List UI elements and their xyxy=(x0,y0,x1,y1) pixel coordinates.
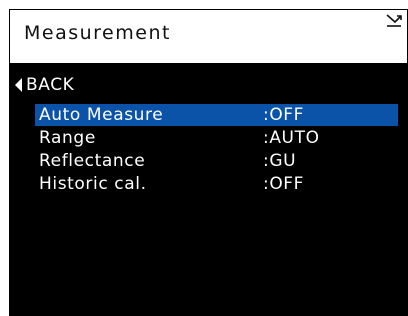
send-to-icon[interactable] xyxy=(385,13,403,29)
menu-item-value: :OFF xyxy=(263,174,305,194)
page-title: Measurement xyxy=(24,22,171,44)
menu-item-label: Range xyxy=(39,128,96,148)
header-bar: Measurement xyxy=(9,9,408,64)
back-label: BACK xyxy=(26,75,75,95)
menu-item-label: Historic cal. xyxy=(39,174,147,194)
menu-item-auto-measure[interactable]: Auto Measure :OFF xyxy=(35,104,398,126)
menu-item-historic-cal[interactable]: Historic cal. :OFF xyxy=(35,173,398,195)
back-button[interactable]: BACK xyxy=(15,74,74,96)
menu-item-value: :AUTO xyxy=(263,128,320,148)
menu-item-value: :OFF xyxy=(263,105,305,125)
menu-item-reflectance[interactable]: Reflectance :GU xyxy=(35,150,398,172)
menu-item-value: :GU xyxy=(263,151,297,171)
back-arrow-icon xyxy=(15,78,22,92)
menu-item-label: Reflectance xyxy=(39,151,146,171)
device-screen: Measurement BACK Auto Measure :OFF Range… xyxy=(9,9,408,316)
settings-menu: Auto Measure :OFF Range :AUTO Reflectanc… xyxy=(35,104,398,196)
menu-item-label: Auto Measure xyxy=(39,105,164,125)
menu-item-range[interactable]: Range :AUTO xyxy=(35,127,398,149)
